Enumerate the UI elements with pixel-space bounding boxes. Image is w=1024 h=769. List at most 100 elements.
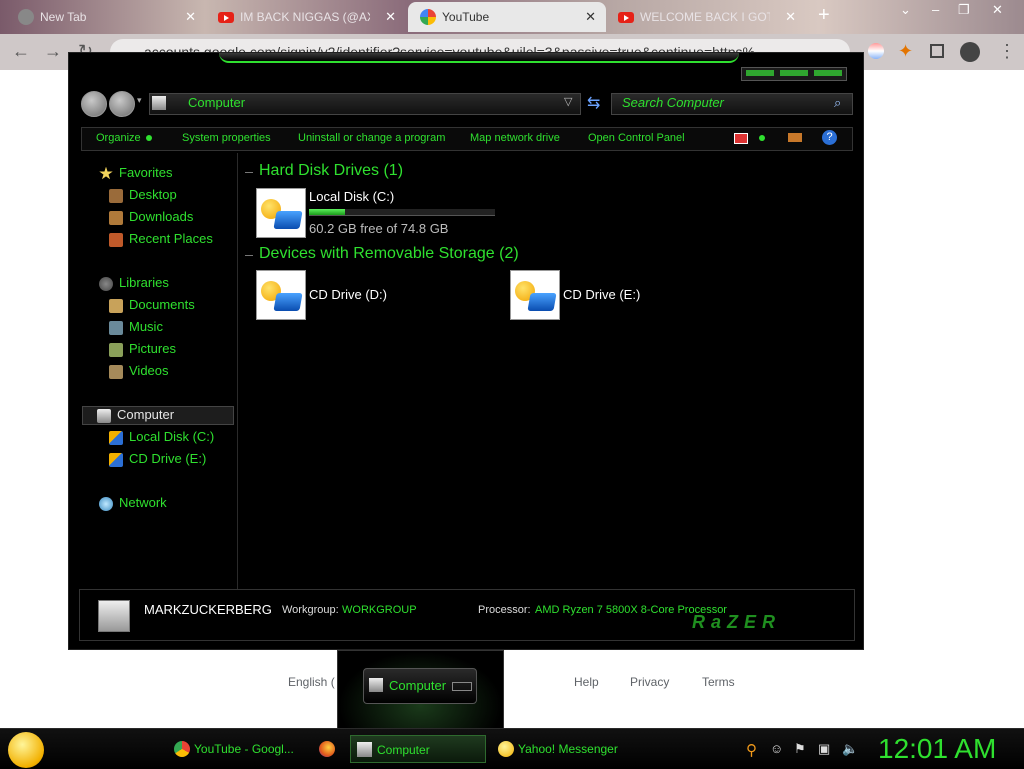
tab-title: New Tab — [40, 10, 87, 24]
start-button-smiley-icon[interactable] — [8, 732, 44, 768]
nav-local-disk-c[interactable]: Local Disk (C:) — [109, 429, 214, 445]
map-network-drive-button[interactable]: Map network drive — [470, 132, 560, 144]
drive-icon — [109, 430, 123, 445]
workgroup-label: Workgroup: — [282, 604, 339, 616]
view-options-dot-icon[interactable] — [759, 135, 765, 141]
nav-cd-drive-e[interactable]: CD Drive (E:) — [109, 451, 206, 467]
help-icon[interactable]: ? — [822, 130, 837, 145]
libraries-icon — [99, 276, 113, 291]
uninstall-program-button[interactable]: Uninstall or change a program — [298, 132, 445, 144]
close-icon[interactable]: ✕ — [785, 9, 796, 25]
cd-drive-d-label[interactable]: CD Drive (D:) — [309, 287, 387, 302]
minimize-button[interactable] — [746, 70, 774, 76]
footer-link-privacy[interactable]: Privacy — [630, 675, 669, 689]
maximize-button[interactable]: ❐ — [958, 2, 970, 18]
thumbnail-close-icon[interactable] — [452, 682, 472, 691]
taskbar-item-computer[interactable]: Computer — [350, 735, 486, 763]
nav-favorites[interactable]: Favorites — [99, 165, 172, 181]
taskbar-item-yahoo-messenger[interactable]: Yahoo! Messenger — [492, 735, 628, 763]
videos-icon — [109, 364, 123, 379]
section-hard-disk-drives[interactable]: Hard Disk Drives (1) — [259, 162, 403, 180]
nav-videos[interactable]: Videos — [109, 363, 169, 379]
address-dropdown-icon[interactable]: ▽ — [564, 95, 572, 108]
system-clock[interactable]: 12:01 AM — [878, 733, 996, 765]
back-button[interactable] — [81, 91, 107, 117]
tab-search-icon[interactable]: ⌄ — [900, 2, 911, 18]
cd-drive-e-label[interactable]: CD Drive (E:) — [563, 287, 640, 302]
nav-downloads[interactable]: Downloads — [109, 209, 193, 225]
taskbar-item-youtube[interactable]: YouTube - Googl... — [168, 735, 302, 763]
search-box[interactable]: Search Computer ⌕ — [611, 93, 853, 115]
close-icon[interactable]: ✕ — [185, 9, 196, 25]
nav-computer[interactable]: Computer — [97, 407, 174, 423]
close-window-button[interactable]: ✕ — [992, 2, 1003, 18]
address-field[interactable]: Computer ▽ — [149, 93, 581, 115]
window-controls[interactable] — [741, 67, 847, 81]
search-icon[interactable]: ⌕ — [834, 95, 841, 111]
nav-network[interactable]: Network — [99, 495, 167, 511]
recent-pages-chevron-icon[interactable]: ▾ — [137, 95, 142, 106]
change-view-icon[interactable] — [734, 133, 748, 144]
tab-im-back[interactable]: IM BACK NIGGAS (@AX0 ✕ — [206, 2, 406, 32]
tab-new-tab[interactable]: New Tab ✕ — [6, 2, 206, 32]
forward-button[interactable] — [109, 91, 135, 117]
computer-icon — [357, 742, 372, 757]
section-divider — [245, 255, 253, 256]
nav-pictures[interactable]: Pictures — [109, 341, 176, 357]
cd-drive-e-icon[interactable] — [510, 270, 560, 320]
profile-avatar-icon[interactable] — [960, 42, 980, 62]
downloads-icon — [109, 210, 123, 225]
nav-documents[interactable]: Documents — [109, 297, 195, 313]
recent-places-icon — [109, 232, 123, 247]
new-tab-button[interactable]: + — [818, 4, 830, 27]
nav-music[interactable]: Music — [109, 319, 163, 335]
taskbar-thumbnail-preview[interactable]: Computer — [337, 650, 504, 730]
system-properties-button[interactable]: System properties — [182, 132, 271, 144]
nav-libraries[interactable]: Libraries — [99, 275, 169, 291]
cd-drive-d-icon[interactable] — [256, 270, 306, 320]
section-divider — [245, 172, 253, 173]
menu-kebab-icon[interactable]: ⋮ — [998, 41, 1016, 62]
local-disk-c-label[interactable]: Local Disk (C:) — [309, 189, 394, 204]
nav-label: Videos — [129, 363, 169, 378]
preview-pane-icon[interactable] — [788, 133, 802, 142]
forward-arrow-icon[interactable]: → — [44, 41, 62, 62]
nav-label: Pictures — [129, 341, 176, 356]
taskbar-item-label: Computer — [377, 743, 430, 757]
close-icon[interactable]: ✕ — [385, 9, 396, 25]
tab-title: YouTube — [442, 10, 490, 24]
computer-icon — [98, 600, 130, 632]
nav-label: Desktop — [129, 187, 177, 202]
tab-welcome-back[interactable]: WELCOME BACK I GOT ✕ — [606, 2, 806, 32]
language-selector[interactable]: English ( — [288, 675, 335, 689]
close-icon[interactable]: ✕ — [585, 9, 596, 25]
close-button[interactable] — [814, 70, 842, 76]
messenger-tray-icon[interactable]: ☺ — [770, 741, 783, 756]
nav-computer-selected[interactable]: Computer — [82, 406, 234, 425]
local-disk-c-icon[interactable] — [256, 188, 306, 238]
taskbar-item-label: YouTube - Googl... — [194, 742, 294, 756]
maximize-button[interactable] — [780, 70, 808, 76]
extensions-puzzle-icon[interactable]: ✦ — [898, 41, 913, 62]
minimize-button[interactable]: – — [932, 2, 939, 17]
taskbar-item-firefox[interactable] — [314, 735, 344, 763]
nav-label: Downloads — [129, 209, 194, 224]
music-icon — [109, 320, 123, 335]
section-removable-storage[interactable]: Devices with Removable Storage (2) — [259, 245, 519, 263]
back-arrow-icon[interactable]: ← — [12, 41, 30, 62]
search-tray-icon[interactable]: ⚲ — [746, 741, 757, 759]
footer-link-help[interactable]: Help — [574, 675, 599, 689]
side-panel-icon[interactable] — [930, 44, 944, 58]
nav-recent-places[interactable]: Recent Places — [109, 231, 213, 247]
tab-youtube[interactable]: YouTube ✕ — [408, 2, 606, 32]
footer-link-terms[interactable]: Terms — [702, 675, 735, 689]
thumbnail-window[interactable]: Computer — [363, 668, 477, 704]
nav-desktop[interactable]: Desktop — [109, 187, 177, 203]
refresh-icon[interactable]: ⇆ — [587, 93, 600, 113]
volume-icon[interactable]: 🔈 — [842, 741, 858, 757]
extension-flag-icon[interactable] — [868, 43, 884, 59]
network-tray-icon[interactable]: ▣ — [818, 741, 830, 757]
open-control-panel-button[interactable]: Open Control Panel — [588, 132, 685, 144]
action-center-flag-icon[interactable]: ⚑ — [794, 741, 806, 757]
organize-button[interactable]: Organize — [96, 132, 152, 144]
